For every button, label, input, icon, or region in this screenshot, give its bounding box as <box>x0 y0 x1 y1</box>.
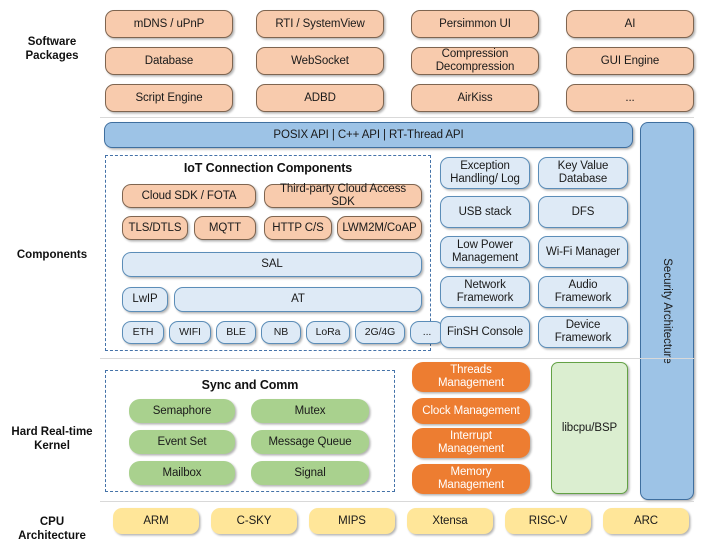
package-box[interactable]: AI <box>566 10 694 38</box>
component-box[interactable]: DFS <box>538 196 628 228</box>
component-box[interactable]: Exception Handling/ Log <box>440 157 530 189</box>
iot-protocol-box[interactable]: MQTT <box>194 216 256 240</box>
package-box[interactable]: Database <box>105 47 233 75</box>
divider-components <box>100 358 694 359</box>
row-label-software-packages: Software Packages <box>25 35 79 62</box>
architecture-diagram: Software Packages Components Hard Real-t… <box>0 0 720 559</box>
iot-cloud-box[interactable]: Cloud SDK / FOTA <box>122 184 256 208</box>
component-box[interactable]: Wi-Fi Manager <box>538 236 628 268</box>
kernel-sync-box[interactable]: Signal <box>251 461 369 485</box>
cpu-arch-box[interactable]: ARM <box>113 508 199 534</box>
iot-link-box[interactable]: ... <box>410 321 444 344</box>
kernel-sync-box[interactable]: Message Queue <box>251 430 369 454</box>
iot-link-box[interactable]: ETH <box>122 321 164 344</box>
component-box[interactable]: FinSH Console <box>440 316 530 348</box>
api-bar: POSIX API | C++ API | RT-Thread API <box>104 122 633 148</box>
iot-at-box[interactable]: AT <box>174 287 422 312</box>
kernel-management-box[interactable]: Interrupt Management <box>412 428 530 458</box>
iot-protocol-box[interactable]: HTTP C/S <box>264 216 332 240</box>
component-box[interactable]: Device Framework <box>538 316 628 348</box>
kernel-sync-box[interactable]: Semaphore <box>129 399 235 423</box>
kernel-sync-box[interactable]: Mailbox <box>129 461 235 485</box>
iot-link-box[interactable]: WIFI <box>169 321 211 344</box>
iot-lwip-box[interactable]: LwIP <box>122 287 168 312</box>
iot-protocol-box[interactable]: LWM2M/CoAP <box>337 216 422 240</box>
sync-group-title: Sync and Comm <box>201 378 299 392</box>
row-label-components: Components <box>16 248 88 261</box>
package-box[interactable]: ADBD <box>256 84 384 112</box>
package-box[interactable]: GUI Engine <box>566 47 694 75</box>
kernel-management-box[interactable]: Memory Management <box>412 464 530 494</box>
iot-sal-box[interactable]: SAL <box>122 252 422 277</box>
kernel-management-box[interactable]: Threads Management <box>412 362 530 392</box>
package-box[interactable]: Script Engine <box>105 84 233 112</box>
package-box[interactable]: ... <box>566 84 694 112</box>
iot-cloud-box[interactable]: Third-party Cloud Access SDK <box>264 183 422 208</box>
security-architecture-label: Security Architecture <box>661 258 673 364</box>
cpu-arch-box[interactable]: C-SKY <box>211 508 297 534</box>
component-box[interactable]: Audio Framework <box>538 276 628 308</box>
component-box[interactable]: Low Power Management <box>440 236 530 268</box>
package-box[interactable]: Persimmon UI <box>411 10 539 38</box>
component-box[interactable]: Key Value Database <box>538 157 628 189</box>
iot-link-box[interactable]: NB <box>261 321 301 344</box>
package-box[interactable]: RTI / SystemView <box>256 10 384 38</box>
package-box[interactable]: Compression Decompression <box>411 47 539 75</box>
row-label-kernel: Hard Real-time Kernel <box>11 425 93 452</box>
kernel-sync-box[interactable]: Event Set <box>129 430 235 454</box>
component-box[interactable]: USB stack <box>440 196 530 228</box>
row-label-cpu-architecture: CPU Architecture <box>18 515 86 542</box>
divider-packages <box>100 117 694 118</box>
iot-group-title: IoT Connection Components <box>183 161 353 175</box>
package-box[interactable]: AirKiss <box>411 84 539 112</box>
iot-link-box[interactable]: BLE <box>216 321 256 344</box>
cpu-arch-box[interactable]: Xtensa <box>407 508 493 534</box>
iot-link-box[interactable]: LoRa <box>306 321 350 344</box>
cpu-arch-box[interactable]: RISC-V <box>505 508 591 534</box>
iot-protocol-box[interactable]: TLS/DTLS <box>122 216 188 240</box>
cpu-arch-box[interactable]: ARC <box>603 508 689 534</box>
kernel-sync-box[interactable]: Mutex <box>251 399 369 423</box>
component-box[interactable]: Network Framework <box>440 276 530 308</box>
security-architecture-bar: Security Architecture <box>640 122 694 500</box>
divider-kernel <box>100 501 694 502</box>
kernel-management-box[interactable]: Clock Management <box>412 398 530 424</box>
package-box[interactable]: mDNS / uPnP <box>105 10 233 38</box>
iot-link-box[interactable]: 2G/4G <box>355 321 405 344</box>
cpu-arch-box[interactable]: MIPS <box>309 508 395 534</box>
libcpu-bsp-box[interactable]: libcpu/BSP <box>551 362 628 494</box>
package-box[interactable]: WebSocket <box>256 47 384 75</box>
